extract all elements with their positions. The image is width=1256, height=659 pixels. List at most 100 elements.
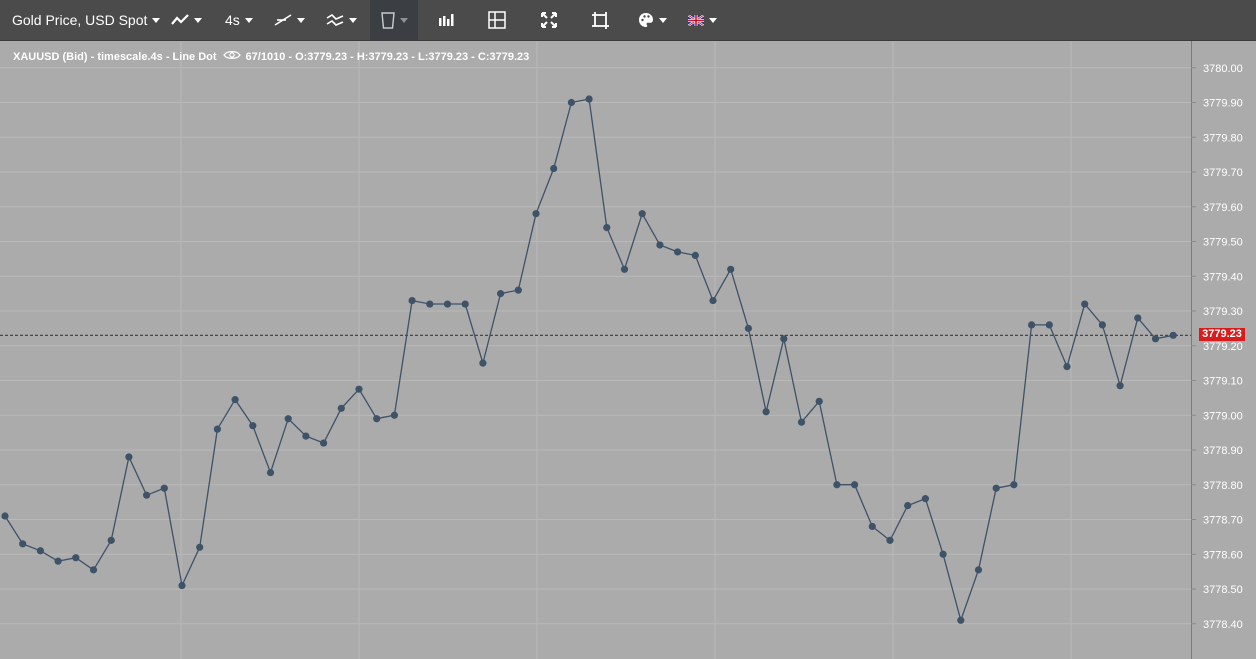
y-tick-label: 3778.80	[1203, 480, 1243, 492]
price-point	[19, 540, 27, 548]
price-point	[833, 481, 841, 489]
crop-button[interactable]	[592, 0, 609, 40]
price-point	[178, 581, 186, 590]
price-point	[249, 422, 257, 430]
chart-app: Gold Price, USD Spot 4s 3780.00 3779.90 …	[0, 0, 1256, 659]
price-point	[603, 224, 611, 232]
price-point	[567, 98, 576, 107]
price-point	[656, 241, 664, 249]
indicators-icon	[326, 13, 344, 26]
chevron-down-icon	[194, 17, 202, 23]
y-tick-label: 3779.70	[1203, 167, 1243, 179]
series-label: XAUUSD (Bid) - timescale.4s - Line Dot	[13, 50, 217, 63]
price-point	[426, 300, 434, 308]
y-tick-label: 3779.80	[1203, 132, 1243, 144]
price-chart[interactable]: 3780.103780.003779.903779.803779.703779.…	[0, 41, 1256, 659]
price-point	[744, 324, 753, 332]
price-point	[1081, 300, 1089, 308]
y-tick-label: 3778.90	[1203, 445, 1243, 457]
price-point	[709, 296, 717, 305]
price-point	[107, 536, 115, 544]
price-point	[727, 265, 735, 273]
crop-icon	[592, 11, 609, 29]
price-point	[54, 557, 62, 565]
price-point	[160, 484, 168, 492]
price-point	[868, 522, 876, 531]
price-point	[390, 411, 398, 419]
price-point	[89, 566, 98, 574]
price-point	[125, 453, 133, 461]
price-point	[886, 536, 894, 544]
price-point	[72, 554, 80, 562]
y-tick-label: 3779.00	[1203, 410, 1243, 422]
eye-icon[interactable]	[222, 50, 241, 63]
price-point	[620, 265, 629, 273]
chevron-down-icon	[399, 17, 408, 23]
chevron-down-icon	[297, 17, 305, 23]
last-price-badge: 3779.23	[1199, 328, 1245, 342]
price-point	[213, 425, 221, 433]
price-point	[762, 408, 770, 416]
price-point	[638, 210, 646, 218]
y-tick-label: 3779.10	[1203, 376, 1243, 388]
timeframe-label: 4s	[225, 12, 240, 28]
y-tick-label: 3779.60	[1203, 202, 1243, 214]
price-point	[266, 468, 275, 477]
price-point	[691, 251, 699, 259]
chart-area[interactable]: 3780.103780.003779.903779.803779.703779.…	[0, 41, 1256, 659]
price-point	[1169, 331, 1177, 339]
price-point	[514, 286, 522, 294]
delete-drawings-button[interactable]	[370, 0, 418, 40]
price-point	[461, 300, 469, 308]
layout-grid-icon	[488, 11, 506, 29]
price-point	[974, 566, 983, 574]
fullscreen-button[interactable]	[541, 0, 557, 40]
price-point	[1151, 335, 1160, 343]
price-point	[36, 547, 45, 555]
indicators-dropdown[interactable]	[326, 0, 357, 40]
y-tick-label: 3780.00	[1203, 63, 1243, 75]
price-point	[408, 296, 416, 305]
color-theme-dropdown[interactable]	[638, 0, 667, 40]
price-point	[337, 404, 345, 412]
chart-legend: XAUUSD (Bid) - timescale.4s - Line Dot 6…	[13, 50, 529, 63]
price-point	[196, 543, 204, 551]
language-dropdown[interactable]	[688, 0, 717, 40]
price-point	[904, 502, 912, 510]
chevron-down-icon	[349, 17, 357, 23]
price-point	[939, 550, 947, 558]
price-point	[320, 439, 328, 447]
trash-icon	[380, 12, 395, 29]
price-point	[284, 415, 292, 423]
price-point	[797, 418, 806, 426]
drawing-tools-dropdown[interactable]	[274, 0, 305, 40]
y-tick-label: 3778.40	[1203, 619, 1243, 631]
price-point	[585, 95, 593, 103]
price-point	[497, 290, 505, 298]
price-point	[479, 359, 487, 367]
volume-button[interactable]	[438, 0, 454, 40]
price-series-line	[4, 98, 1174, 623]
chevron-down-icon	[709, 17, 717, 23]
price-point	[302, 432, 310, 440]
price-point	[1010, 481, 1018, 489]
price-point	[550, 164, 558, 173]
instrument-dropdown[interactable]: Gold Price, USD Spot	[12, 0, 161, 40]
price-point	[1045, 321, 1053, 329]
price-point	[1, 512, 9, 520]
instrument-label: Gold Price, USD Spot	[12, 12, 148, 28]
price-point	[443, 300, 452, 308]
price-point	[1028, 321, 1036, 329]
toolbar: Gold Price, USD Spot 4s	[0, 0, 1256, 41]
timeframe-dropdown[interactable]: 4s	[225, 0, 253, 40]
fullscreen-icon	[541, 12, 557, 28]
price-point	[674, 248, 682, 256]
volume-bars-icon	[439, 14, 454, 26]
price-point	[1063, 363, 1071, 371]
line-chart-icon	[171, 14, 189, 25]
chart-type-dropdown[interactable]	[171, 0, 202, 40]
price-point	[231, 396, 239, 404]
layout-button[interactable]	[488, 0, 506, 40]
price-point	[1134, 314, 1142, 322]
ohlc-label: 67/1010 - O:3779.23 - H:3779.23 - L:3779…	[245, 50, 530, 63]
